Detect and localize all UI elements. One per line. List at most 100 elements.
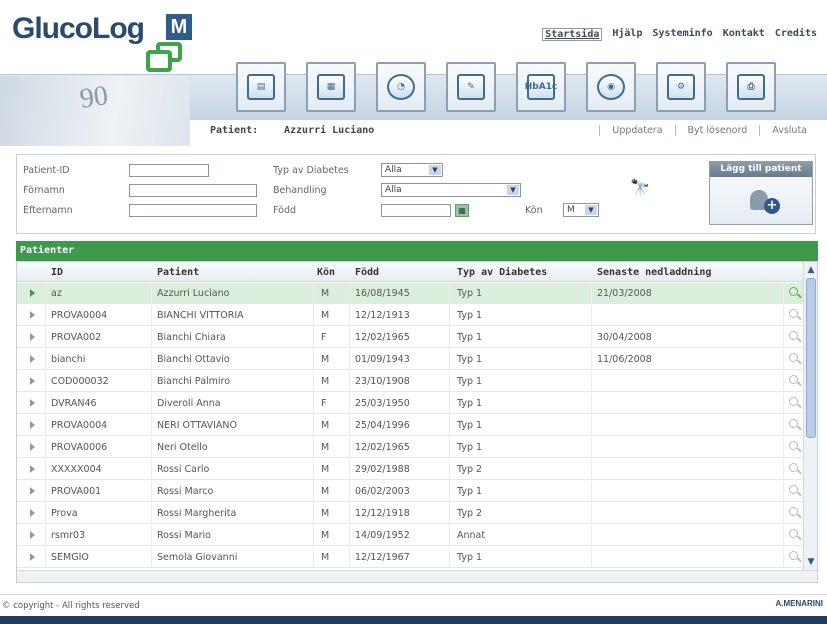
hba1c-button[interactable]: HbA1c <box>516 62 566 112</box>
row-expand-icon[interactable] <box>30 377 35 385</box>
view-details-icon[interactable] <box>789 287 798 296</box>
scroll-thumb[interactable] <box>806 278 816 438</box>
col-id[interactable]: ID <box>51 267 63 278</box>
patient-card-button[interactable]: ▤ <box>236 62 286 112</box>
row-expand-icon[interactable] <box>30 399 35 407</box>
row-expand-icon[interactable] <box>30 443 35 451</box>
fornamn-input[interactable] <box>129 184 257 197</box>
nav-hjalp[interactable]: Hjälp <box>612 28 642 41</box>
vertical-scrollbar[interactable]: ▲ ▼ <box>803 262 817 570</box>
bottom-band <box>0 616 827 624</box>
kon-select[interactable]: M ▼ <box>563 203 599 217</box>
view-details-icon[interactable] <box>789 331 798 340</box>
horizontal-scrollbar[interactable] <box>17 570 817 582</box>
row-expand-icon[interactable] <box>30 311 35 319</box>
cell-patient: Bianchi Chiara <box>157 332 226 343</box>
view-details-icon[interactable] <box>789 353 798 362</box>
view-details-icon[interactable] <box>789 485 798 494</box>
row-expand-icon[interactable] <box>30 355 35 363</box>
row-expand-icon[interactable] <box>30 465 35 473</box>
scroll-up-icon[interactable]: ▲ <box>805 264 817 276</box>
table-row[interactable]: DVRAN46 Diveroli Anna F 25/03/1950 Typ 1 <box>17 393 803 414</box>
row-expand-icon[interactable] <box>30 421 35 429</box>
fodd-label: Född <box>273 205 296 216</box>
behandling-select[interactable]: Alla ▼ <box>381 183 521 197</box>
table-row[interactable]: COD000032 Bianchi Palmiro M 23/10/1908 Typ 1 <box>17 371 803 392</box>
view-details-icon[interactable] <box>789 441 798 450</box>
column-divider <box>313 415 314 436</box>
column-divider <box>313 437 314 458</box>
view-details-icon[interactable] <box>789 529 798 538</box>
column-divider <box>45 437 46 458</box>
column-divider <box>591 349 592 370</box>
view-details-icon[interactable] <box>789 507 798 516</box>
row-expand-icon[interactable] <box>30 553 35 561</box>
scroll-down-icon[interactable]: ▼ <box>805 556 817 568</box>
row-expand-icon[interactable] <box>30 289 35 297</box>
avsluta-link[interactable]: Avsluta <box>759 125 819 136</box>
column-divider <box>591 283 592 304</box>
cell-fodd: 12/12/1967 <box>355 552 410 563</box>
nav-startsida[interactable]: Startsida <box>542 28 603 41</box>
device-icon: ◉ <box>597 74 625 100</box>
cell-typ: Typ 1 <box>457 420 483 431</box>
table-row[interactable]: bianchi Bianchi Ottavio M 01/09/1943 Typ 1 11… <box>17 349 803 370</box>
table-row[interactable]: rsmr03 Rossi Mario M 14/09/1952 Annat <box>17 525 803 546</box>
cell-kon: M <box>321 508 330 519</box>
search-binoculars-icon[interactable]: 🔭 <box>629 177 651 199</box>
view-details-icon[interactable] <box>789 397 798 406</box>
nav-kontakt[interactable]: Kontakt <box>723 28 765 41</box>
row-expand-icon[interactable] <box>30 487 35 495</box>
uppdatera-link[interactable]: Uppdatera <box>599 125 674 136</box>
column-divider <box>45 481 46 502</box>
column-divider <box>591 415 592 436</box>
col-kon[interactable]: Kön <box>317 267 335 278</box>
calendar-picker-icon[interactable]: ▦ <box>455 204 469 217</box>
table-row[interactable]: PROVA002 Bianchi Chiara F 12/02/1965 Typ 1 30… <box>17 327 803 348</box>
table-row[interactable]: PROVA0004 NERI OTTAVIANO M 25/04/1996 Typ 1 <box>17 415 803 436</box>
typ-diabetes-select[interactable]: Alla ▼ <box>381 163 443 177</box>
row-expand-icon[interactable] <box>30 531 35 539</box>
cell-kon: M <box>321 552 330 563</box>
fodd-input[interactable] <box>381 204 451 217</box>
cell-fodd: 12/12/1918 <box>355 508 410 519</box>
col-fodd[interactable]: Född <box>355 267 379 278</box>
nav-systeminfo[interactable]: Systeminfo <box>652 28 712 41</box>
calendar-button[interactable]: ▦ <box>306 62 356 112</box>
settings-button[interactable]: ⚙ <box>656 62 706 112</box>
device-button[interactable]: ◉ <box>586 62 636 112</box>
row-expand-icon[interactable] <box>30 509 35 517</box>
report-button[interactable]: ✎ <box>446 62 496 112</box>
column-divider <box>349 547 350 568</box>
col-typ[interactable]: Typ av Diabetes <box>457 267 547 278</box>
view-details-icon[interactable] <box>789 551 798 560</box>
efternamn-input[interactable] <box>129 204 257 217</box>
cell-kon: M <box>321 530 330 541</box>
table-row[interactable]: Prova Rossi Margherita M 12/12/1918 Typ 2 <box>17 503 803 524</box>
table-row[interactable]: PROVA0006 Neri Otello M 12/02/1965 Typ 1 <box>17 437 803 458</box>
view-details-icon[interactable] <box>789 309 798 318</box>
cell-kon: F <box>321 398 327 409</box>
table-row[interactable]: PROVA001 Rossi Marco M 06/02/2003 Typ 1 <box>17 481 803 502</box>
add-patient-button[interactable]: Lägg till patient + <box>709 161 813 225</box>
table-row[interactable]: SEMGIO Semola Giovanni M 12/12/1967 Typ 1 <box>17 547 803 568</box>
view-details-icon[interactable] <box>789 419 798 428</box>
col-patient[interactable]: Patient <box>157 267 199 278</box>
view-details-icon[interactable] <box>789 463 798 472</box>
chart-button[interactable]: ◔ <box>376 62 426 112</box>
cell-patient: NERI OTTAVIANO <box>157 420 237 431</box>
table-row[interactable]: az Azzurri Luciano M 16/08/1945 Typ 1 21/03/2… <box>17 283 803 304</box>
search-panel: Patient-ID Förnamn Efternamn Typ av Diab… <box>16 154 816 234</box>
col-senaste[interactable]: Senaste nedladdning <box>597 267 711 278</box>
nav-credits[interactable]: Credits <box>775 28 817 41</box>
row-expand-icon[interactable] <box>30 333 35 341</box>
cell-senaste: 11/06/2008 <box>597 354 652 365</box>
view-details-icon[interactable] <box>789 375 798 384</box>
column-divider <box>151 503 152 524</box>
table-row[interactable]: PROVA0004 BIANCHI VITTORIA M 12/12/1913 Typ … <box>17 305 803 326</box>
table-row[interactable]: XXXXX004 Rossi Carlo M 29/02/1988 Typ 2 <box>17 459 803 480</box>
patient-id-input[interactable] <box>129 164 209 177</box>
print-button[interactable]: ⎙ <box>726 62 776 112</box>
byt-losenord-link[interactable]: Byt lösenord <box>674 125 760 136</box>
app-logo[interactable]: GlucoLog <box>12 12 145 46</box>
